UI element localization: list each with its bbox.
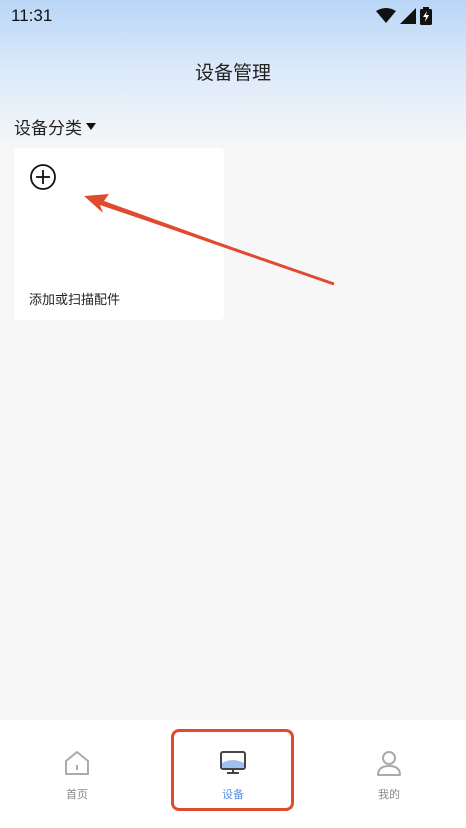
nav-item-profile[interactable]: 我的 [329,748,449,804]
nav-label-home: 首页 [66,788,88,801]
nav-item-device[interactable]: 设备 [173,748,293,804]
plus-circle-icon [30,164,56,190]
status-time: 11:31 [11,6,53,25]
status-bar: 11:31 [0,0,466,32]
page-title: 设备管理 [194,62,271,84]
device-monitor-icon [220,751,246,774]
wifi-icon [376,8,396,23]
category-label: 设备分类 [14,118,82,139]
signal-icon [400,8,416,24]
category-dropdown[interactable]: 设备分类 [14,112,96,140]
bottom-nav: 首页 设备 我的 [0,720,466,828]
status-icons [376,6,432,26]
battery-charging-icon [420,7,432,25]
nav-item-home[interactable]: 首页 [17,748,137,804]
add-accessory-label: 添加或扫描配件 [29,293,121,308]
add-accessory-card[interactable]: 添加或扫描配件 [14,148,224,320]
user-icon [377,751,401,776]
nav-label-device: 设备 [222,788,244,801]
home-icon [65,751,89,775]
nav-label-profile: 我的 [378,788,400,801]
caret-down-icon [86,122,96,130]
title-bar: 设备管理 [0,58,466,88]
